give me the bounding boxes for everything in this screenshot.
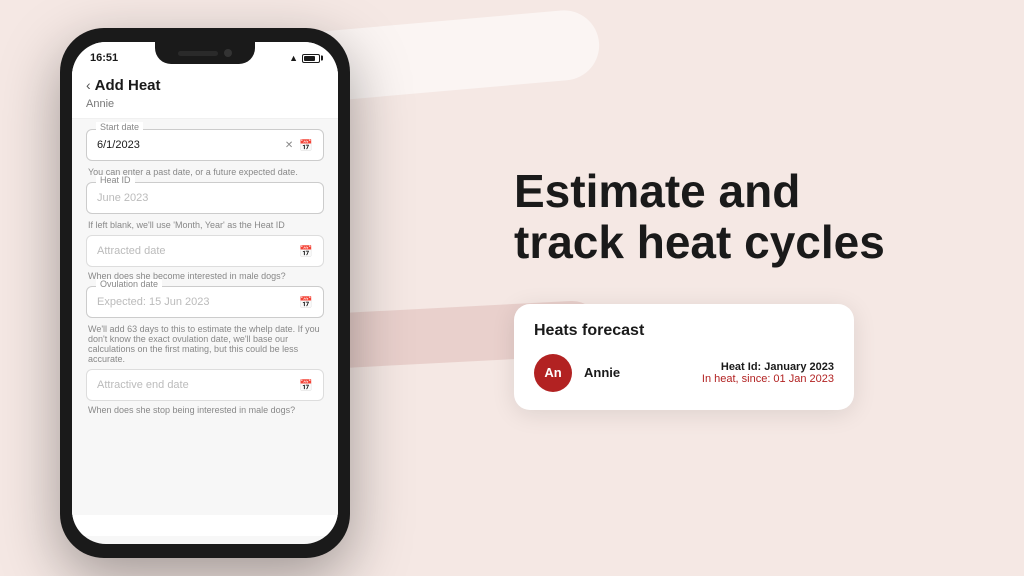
start-date-box[interactable]: 6/1/2023 ✕ 📅 (86, 129, 324, 161)
back-button[interactable]: ‹ (86, 77, 91, 93)
ovulation-calendar-icon[interactable]: 📅 (299, 296, 313, 309)
start-date-value: 6/1/2023 (97, 139, 140, 151)
ovulation-placeholder: Expected: 15 Jun 2023 (97, 296, 210, 308)
heat-id-hint: If left blank, we'll use 'Month, Year' a… (86, 220, 324, 230)
page-title: Add Heat (95, 77, 161, 94)
status-time: 16:51 (90, 52, 118, 64)
heat-since-text: In heat, since: 01 Jan 2023 (702, 373, 834, 385)
battery-icon (302, 54, 320, 63)
phone-shell: 16:51 ▲ ‹ Add Heat Annie (60, 28, 350, 558)
attractive-end-calendar-icon[interactable]: 📅 (299, 379, 313, 392)
attracted-date-calendar-icon[interactable]: 📅 (299, 245, 313, 258)
headline-line1: Estimate and (514, 165, 800, 217)
dog-name: Annie (584, 365, 690, 380)
ovulation-hint: We'll add 63 days to this to estimate th… (86, 324, 324, 364)
attracted-date-label: Attracted date (97, 245, 166, 257)
back-row: ‹ Add Heat (86, 76, 324, 94)
page-subtitle: Annie (86, 98, 114, 110)
start-date-label: Start date (96, 122, 143, 132)
heat-id-text: Heat Id: January 2023 (702, 361, 834, 373)
forecast-row: An Annie Heat Id: January 2023 In heat, … (534, 354, 834, 392)
ovulation-date-field[interactable]: Ovulation date Expected: 15 Jun 2023 📅 (86, 286, 324, 318)
status-icons: ▲ (289, 53, 320, 63)
attracted-date-box[interactable]: Attracted date 📅 (86, 235, 324, 267)
start-date-field[interactable]: Start date 6/1/2023 ✕ 📅 (86, 129, 324, 161)
headline: Estimate and track heat cycles (514, 166, 974, 267)
attractive-end-label: Attractive end date (97, 379, 189, 391)
forecast-card: Heats forecast An Annie Heat Id: January… (514, 304, 854, 410)
ovulation-label: Ovulation date (96, 279, 162, 289)
heat-id-label: Heat ID (96, 175, 135, 185)
ovulation-box[interactable]: Expected: 15 Jun 2023 📅 (86, 286, 324, 318)
forecast-card-title: Heats forecast (534, 322, 834, 340)
calendar-icon[interactable]: 📅 (299, 139, 313, 152)
heat-id-field[interactable]: Heat ID June 2023 (86, 182, 324, 214)
notch-speaker (178, 51, 218, 56)
start-date-icons: ✕ 📅 (285, 139, 313, 152)
notch-camera (224, 49, 232, 57)
forecast-details: Heat Id: January 2023 In heat, since: 01… (702, 361, 834, 385)
dog-avatar: An (534, 354, 572, 392)
battery-fill (304, 56, 315, 61)
phone-notch (155, 42, 255, 64)
headline-line2: track heat cycles (514, 216, 885, 268)
attracted-date-field[interactable]: Attracted date 📅 (86, 235, 324, 267)
attractive-end-date-field[interactable]: Attractive end date 📅 (86, 369, 324, 401)
right-panel: Estimate and track heat cycles Heats for… (484, 0, 1024, 576)
app-header: ‹ Add Heat Annie (72, 68, 338, 119)
screen-content: ‹ Add Heat Annie Start date 6/1/2023 ✕ (72, 68, 338, 536)
phone-screen: 16:51 ▲ ‹ Add Heat Annie (72, 42, 338, 544)
phone-mockup: 16:51 ▲ ‹ Add Heat Annie (60, 28, 350, 558)
heat-id-box[interactable]: June 2023 (86, 182, 324, 214)
attractive-end-hint: When does she stop being interested in m… (86, 405, 324, 415)
heat-id-value: June 2023 (97, 192, 148, 204)
clear-icon[interactable]: ✕ (285, 140, 293, 151)
attractive-end-box[interactable]: Attractive end date 📅 (86, 369, 324, 401)
form-area: Start date 6/1/2023 ✕ 📅 You can enter a … (72, 119, 338, 515)
wifi-icon: ▲ (289, 53, 298, 63)
